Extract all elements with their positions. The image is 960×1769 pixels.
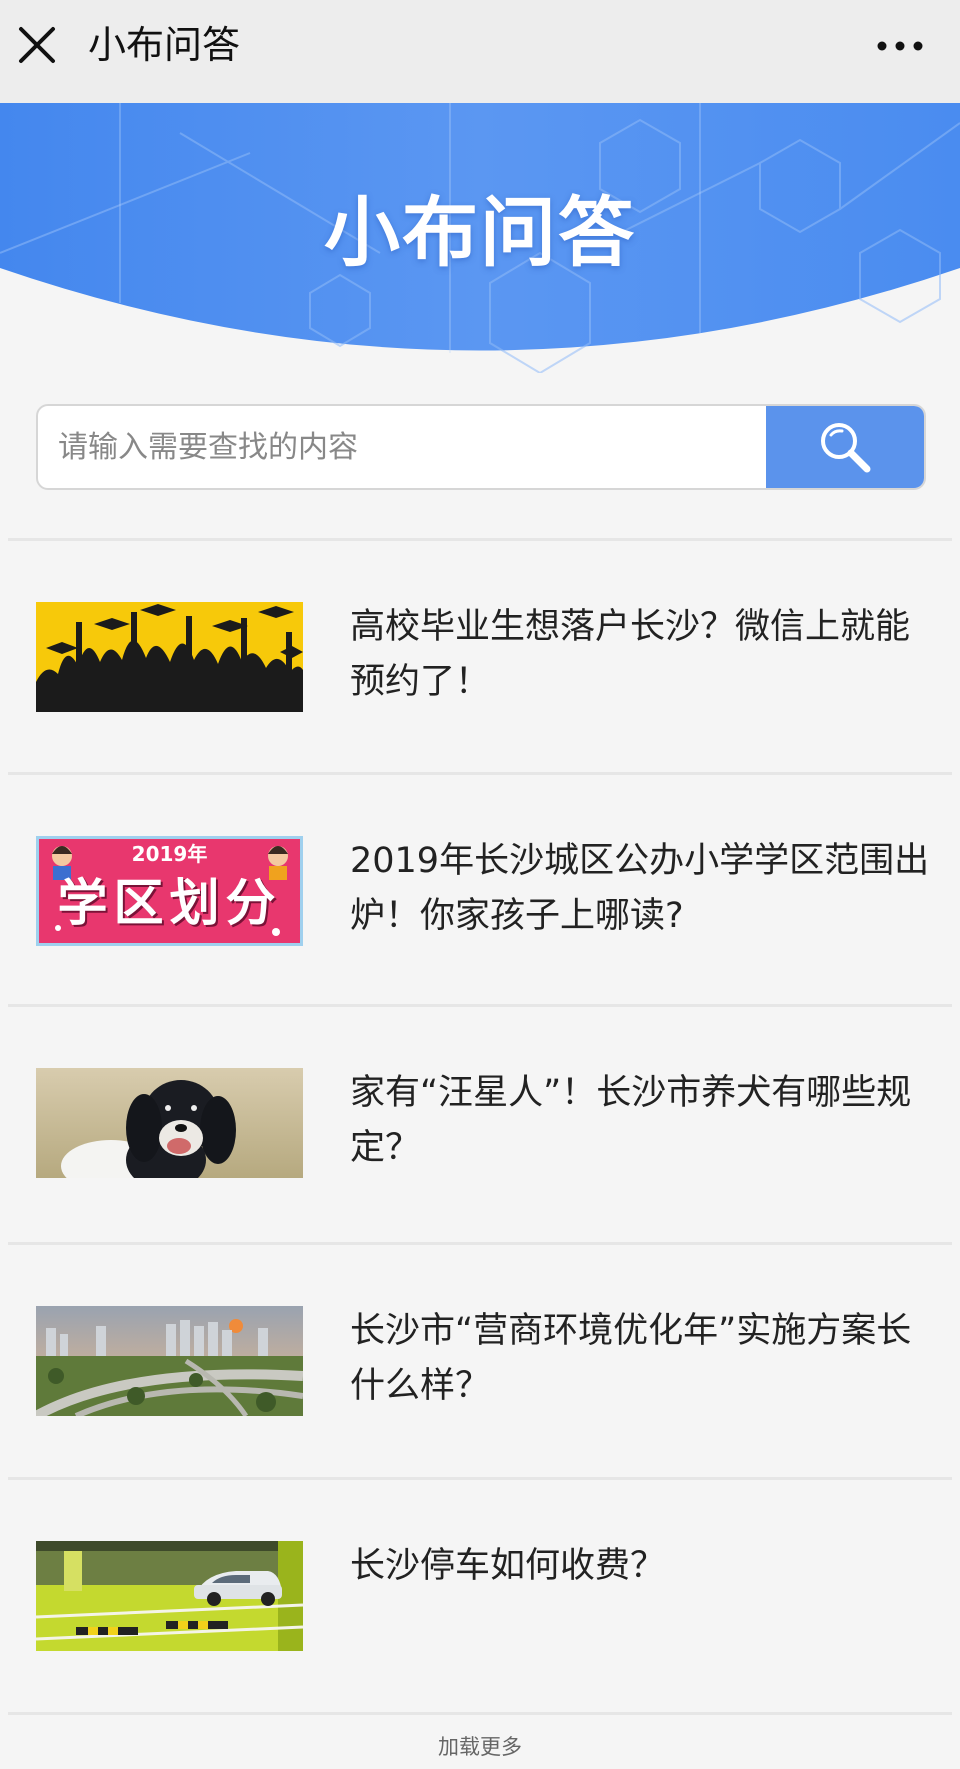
search-icon (821, 423, 871, 473)
close-icon[interactable] (14, 22, 60, 68)
search-input[interactable] (38, 406, 766, 488)
article-item[interactable]: 长沙市“营商环境优化年”实施方案长什么样？ (0, 1246, 960, 1476)
top-nav-bar: 小布问答 (0, 0, 960, 103)
more-dots-icon[interactable] (870, 26, 930, 66)
thumb-text: 学区划分 (57, 874, 282, 932)
article-item[interactable]: 长沙停车如何收费？ (0, 1481, 960, 1711)
divider (8, 1004, 952, 1007)
graduates-thumbnail (36, 602, 303, 712)
article-item[interactable]: 2019年 学区划分 2019年长沙城区公办小学学区范围出炉！你家孩子上哪读? (0, 776, 960, 1006)
search-button[interactable] (766, 406, 924, 488)
parking-garage-thumbnail (36, 1541, 303, 1651)
search-bar (36, 404, 926, 490)
divider (8, 1477, 952, 1480)
divider (8, 1242, 952, 1245)
banner-title: 小布问答 (324, 188, 636, 277)
divider (8, 1712, 952, 1715)
header-banner: 小布问答 (0, 103, 960, 373)
divider (8, 772, 952, 775)
thumb-year: 2019年 (131, 842, 208, 866)
load-more-link[interactable]: 加载更多 (0, 1732, 960, 1762)
article-item[interactable]: 家有“汪星人”！长沙市养犬有哪些规定？ (0, 1008, 960, 1238)
divider (8, 538, 952, 541)
article-title: 长沙停车如何收费？ (350, 1546, 666, 1586)
article-item[interactable]: 高校毕业生想落户长沙？微信上就能预约了！ (0, 542, 960, 772)
article-title: 2019年长沙城区公办小学学区范围出炉！你家孩子上哪读? (350, 841, 930, 936)
school-district-thumbnail: 2019年 学区划分 (36, 836, 303, 946)
article-title: 高校毕业生想落户长沙？微信上就能预约了！ (350, 607, 911, 702)
nav-title: 小布问答 (88, 23, 241, 67)
dog-thumbnail (36, 1068, 303, 1178)
article-title: 长沙市“营商环境优化年”实施方案长什么样？ (350, 1311, 912, 1406)
article-title: 家有“汪星人”！长沙市养犬有哪些规定？ (350, 1073, 912, 1168)
city-skyline-thumbnail (36, 1306, 303, 1416)
